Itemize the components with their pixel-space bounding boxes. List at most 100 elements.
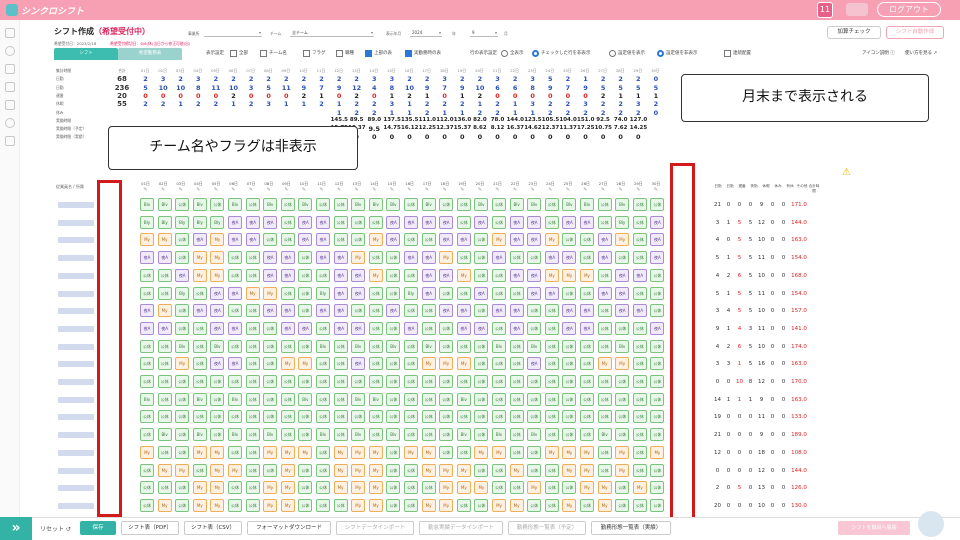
shift-cell[interactable]: 公休 bbox=[474, 251, 489, 265]
shift-cell[interactable]: 公休 bbox=[509, 375, 524, 388]
day-column-header[interactable]: 24日 ✎ bbox=[542, 181, 559, 193]
shift-cell[interactable]: My bbox=[580, 463, 594, 477]
shift-cell[interactable]: 公休 bbox=[615, 410, 630, 424]
shift-cell[interactable]: 夜A bbox=[527, 215, 542, 229]
shift-cell[interactable]: 公休 bbox=[228, 251, 242, 265]
shift-cell[interactable]: 夜A bbox=[316, 215, 330, 229]
day-column-header[interactable]: 22日 ✎ bbox=[507, 181, 524, 193]
shift-cell[interactable]: 公休 bbox=[245, 445, 260, 459]
shift-cell[interactable]: 公休 bbox=[580, 286, 594, 300]
day-column-header[interactable]: 18日 ✎ bbox=[436, 181, 453, 193]
shift-cell[interactable]: Blv bbox=[351, 428, 366, 442]
shift-cell[interactable]: 公休 bbox=[580, 357, 594, 371]
shift-cell[interactable]: 公休 bbox=[474, 268, 489, 282]
shift-cell[interactable]: 夜A bbox=[140, 321, 154, 335]
shift-cell[interactable]: 公休 bbox=[280, 215, 295, 229]
shift-cell[interactable]: My bbox=[157, 233, 172, 247]
year-select[interactable]: 2024 bbox=[410, 28, 442, 37]
day-column-header[interactable]: 29日 ✎ bbox=[630, 181, 647, 193]
shift-cell[interactable]: 夜A bbox=[421, 215, 436, 229]
shift-cell[interactable]: 公休 bbox=[650, 357, 665, 371]
shift-cell[interactable]: Bly bbox=[615, 215, 630, 229]
shift-cell[interactable]: 公休 bbox=[175, 304, 190, 318]
shift-cell[interactable]: 公休 bbox=[298, 304, 313, 318]
database-icon[interactable] bbox=[5, 64, 15, 74]
shift-cell[interactable]: 公休 bbox=[298, 375, 313, 388]
shift-cell[interactable]: 公休 bbox=[175, 498, 190, 512]
shift-cell[interactable]: 夜A bbox=[632, 268, 647, 282]
shift-cell[interactable]: My bbox=[192, 268, 207, 282]
shift-cell[interactable]: 公休 bbox=[404, 410, 418, 424]
shift-cell[interactable]: 夜A bbox=[597, 233, 612, 247]
shift-cell[interactable]: My bbox=[615, 463, 630, 477]
shift-cell[interactable]: 公休 bbox=[404, 481, 418, 495]
shift-cell[interactable]: My bbox=[492, 445, 506, 459]
shift-cell[interactable]: 公休 bbox=[175, 198, 190, 211]
shift-cell[interactable]: Blv bbox=[192, 198, 207, 211]
shift-cell[interactable]: My bbox=[210, 268, 225, 282]
shift-cell[interactable]: 公休 bbox=[298, 481, 313, 495]
shift-cell[interactable]: 公休 bbox=[650, 410, 665, 424]
shift-cell[interactable]: My bbox=[597, 481, 612, 495]
shift-cell[interactable]: 公休 bbox=[632, 198, 647, 211]
shift-cell[interactable]: 公休 bbox=[333, 498, 348, 512]
shift-cell[interactable]: 公休 bbox=[580, 251, 594, 265]
shift-cell[interactable]: 夜A bbox=[527, 357, 542, 371]
shift-cell[interactable]: My bbox=[210, 445, 225, 459]
shift-cell[interactable]: 公休 bbox=[615, 428, 630, 442]
shift-cell[interactable]: 公休 bbox=[597, 215, 612, 229]
pencil-icon[interactable]: ✎ bbox=[401, 187, 418, 193]
shift-cell[interactable]: 夜A bbox=[192, 233, 207, 247]
shift-cell[interactable]: My bbox=[615, 357, 630, 371]
shift-cell[interactable]: 公休 bbox=[333, 392, 348, 406]
shift-cell[interactable]: 公休 bbox=[280, 233, 295, 247]
shift-cell[interactable]: 夜A bbox=[263, 268, 278, 282]
shift-cell[interactable]: Blv bbox=[615, 198, 630, 211]
shift-cell[interactable]: Blv bbox=[192, 428, 207, 442]
shift-cell[interactable]: My bbox=[421, 498, 436, 512]
pencil-icon[interactable]: ✎ bbox=[577, 187, 594, 193]
shift-cell[interactable]: 公休 bbox=[439, 428, 454, 442]
shift-cell[interactable]: 公休 bbox=[333, 375, 348, 388]
attendance-import-button[interactable]: 勤怠実績データインポート bbox=[419, 521, 503, 535]
shift-cell[interactable]: 夜A bbox=[404, 321, 418, 335]
shift-cell[interactable]: 公休 bbox=[492, 392, 506, 406]
shift-cell[interactable]: 公休 bbox=[263, 463, 278, 477]
shift-cell[interactable]: My bbox=[562, 445, 577, 459]
shift-cell[interactable]: 公休 bbox=[333, 233, 348, 247]
shift-cell[interactable]: 公休 bbox=[228, 268, 242, 282]
shift-cell[interactable]: My bbox=[157, 304, 172, 318]
shift-cell[interactable]: 公休 bbox=[386, 463, 401, 477]
shift-cell[interactable]: 公休 bbox=[421, 410, 436, 424]
shift-cell[interactable]: 夜A bbox=[228, 215, 242, 229]
edit-icon[interactable] bbox=[5, 136, 15, 146]
shift-cell[interactable]: Blv bbox=[421, 339, 436, 353]
shift-cell[interactable]: 公休 bbox=[316, 445, 330, 459]
shift-cell[interactable]: 公休 bbox=[562, 357, 577, 371]
shift-cell[interactable]: 夜A bbox=[280, 304, 295, 318]
shift-cell[interactable]: 夜A bbox=[333, 268, 348, 282]
shift-cell[interactable]: My bbox=[157, 498, 172, 512]
shift-cell[interactable]: 公休 bbox=[280, 392, 295, 406]
shift-cell[interactable]: 公休 bbox=[333, 198, 348, 211]
shift-cell[interactable]: 夜A bbox=[175, 268, 190, 282]
shift-cell[interactable]: 公休 bbox=[597, 392, 612, 406]
shift-cell[interactable]: 夜A bbox=[386, 215, 401, 229]
shift-cell[interactable]: My bbox=[404, 445, 418, 459]
shift-cell[interactable]: My bbox=[280, 498, 295, 512]
shift-cell[interactable]: 公休 bbox=[245, 339, 260, 353]
shift-cell[interactable]: 公休 bbox=[157, 392, 172, 406]
shift-cell[interactable]: 夜A bbox=[228, 233, 242, 247]
shift-cell[interactable]: 夜A bbox=[632, 304, 647, 318]
day-column-header[interactable]: 12日 ✎ bbox=[331, 181, 348, 193]
shift-cell[interactable]: 公休 bbox=[527, 498, 542, 512]
shift-cell[interactable]: 公休 bbox=[492, 321, 506, 335]
shift-cell[interactable]: Blv bbox=[228, 428, 242, 442]
shift-cell[interactable]: 公休 bbox=[368, 304, 383, 318]
shift-cell[interactable]: 公休 bbox=[544, 375, 559, 388]
shift-cell[interactable]: 公休 bbox=[544, 357, 559, 371]
shift-cell[interactable]: 夜A bbox=[316, 251, 330, 265]
pencil-icon[interactable]: ✎ bbox=[612, 187, 629, 193]
pencil-icon[interactable]: ✎ bbox=[313, 187, 330, 193]
shift-cell[interactable]: 公休 bbox=[351, 304, 366, 318]
